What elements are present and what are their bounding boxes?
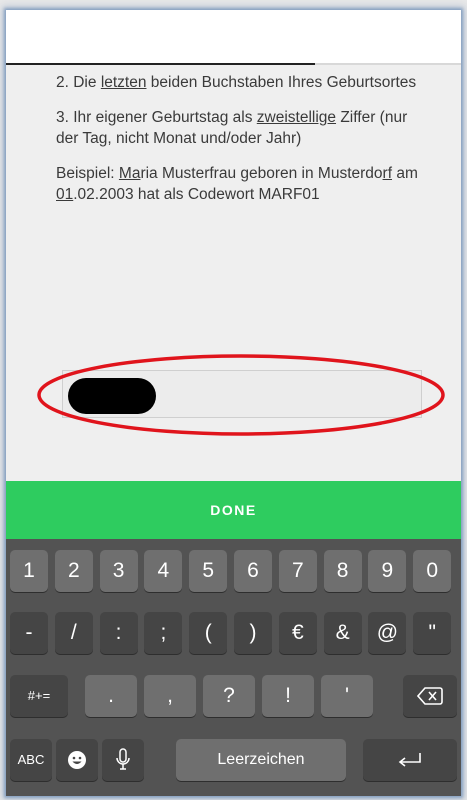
space-key[interactable]: Leerzeichen (176, 739, 346, 781)
emoji-icon (68, 751, 86, 769)
key-0[interactable]: 0 (413, 550, 452, 592)
top-bar (6, 10, 461, 64)
key-exclamation[interactable]: ! (262, 675, 314, 717)
redacted-input-value (68, 378, 156, 414)
key-7[interactable]: 7 (278, 550, 317, 592)
backspace-icon (416, 687, 443, 705)
instructions: 2. Die letzten beiden Buchstaben Ihres G… (56, 72, 426, 219)
instruction-item-3: 3. Ihr eigener Geburtstag als zweistelli… (56, 109, 408, 147)
return-key[interactable] (363, 739, 457, 781)
key-1[interactable]: 1 (10, 550, 48, 592)
key-2[interactable]: 2 (54, 550, 93, 592)
abc-key[interactable]: ABC (10, 739, 52, 781)
key-8[interactable]: 8 (323, 550, 362, 592)
progress-fill (6, 63, 316, 65)
key-colon[interactable]: : (99, 612, 138, 654)
app-window: 2. Die letzten beiden Buchstaben Ihres G… (6, 10, 461, 796)
key-6[interactable]: 6 (234, 550, 272, 592)
symbols-toggle-key[interactable]: #+= (10, 675, 68, 717)
key-at[interactable]: @ (368, 612, 407, 654)
progress-bar (6, 63, 461, 65)
key-apostrophe[interactable]: ' (321, 675, 373, 717)
key-ampersand[interactable]: & (323, 612, 362, 654)
key-quote[interactable]: " (413, 612, 452, 654)
key-paren-open[interactable]: ( (189, 612, 228, 654)
emoji-key[interactable] (56, 739, 98, 781)
instruction-item-2: 2. Die letzten beiden Buchstaben Ihres G… (56, 74, 417, 91)
key-semicolon[interactable]: ; (144, 612, 183, 654)
microphone-icon (116, 748, 130, 770)
key-4[interactable]: 4 (144, 550, 183, 592)
key-euro[interactable]: € (278, 612, 317, 654)
key-slash[interactable]: / (54, 612, 93, 654)
return-icon (398, 753, 421, 767)
key-hyphen[interactable]: - (10, 612, 48, 654)
key-5[interactable]: 5 (189, 550, 228, 592)
example-text: Beispiel: Maria Musterfrau geboren in Mu… (56, 165, 418, 203)
key-3[interactable]: 3 (99, 550, 138, 592)
key-comma[interactable]: , (144, 675, 196, 717)
backspace-key[interactable] (403, 675, 457, 717)
keyboard: 1 2 3 4 5 6 7 8 9 0 - /:;() € & @ " #+=.,?! ' ABC Leerzeich… (6, 539, 461, 796)
microphone-key[interactable] (102, 739, 144, 781)
key-9[interactable]: 9 (368, 550, 407, 592)
key-question[interactable]: ? (203, 675, 255, 717)
done-button[interactable]: DONE (6, 481, 461, 539)
key-paren-close[interactable]: ) (234, 612, 272, 654)
key-period[interactable]: . (85, 675, 137, 717)
